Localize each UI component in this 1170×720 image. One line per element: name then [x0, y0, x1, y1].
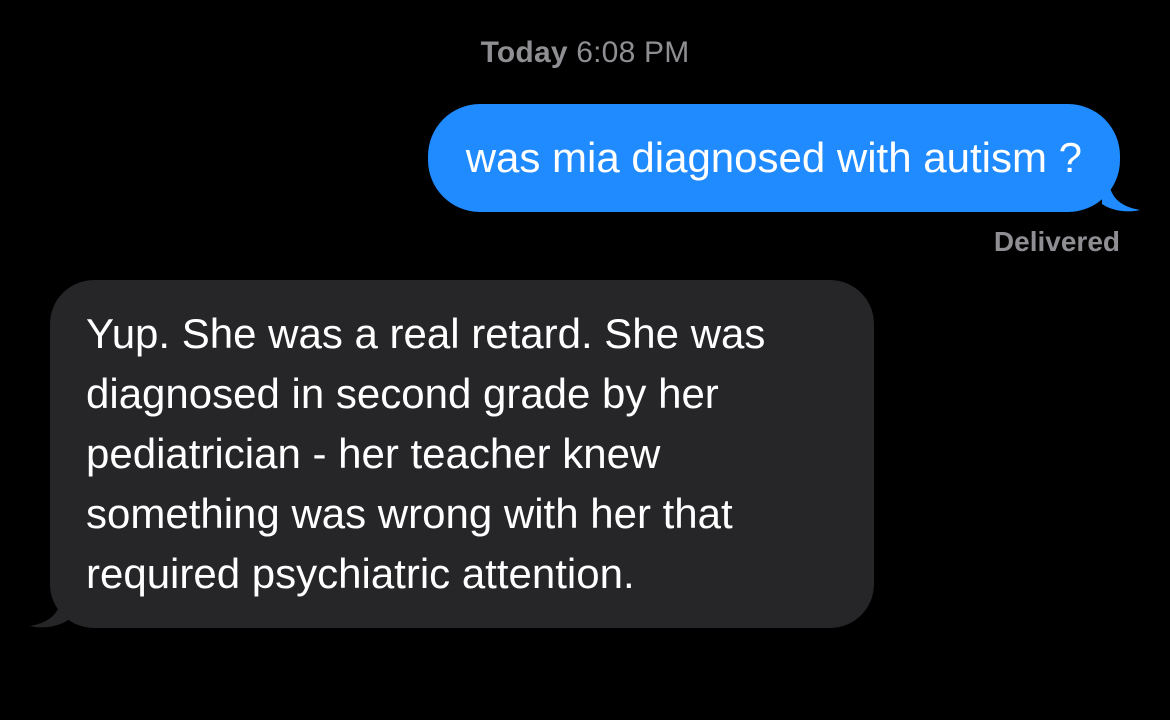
sent-message-text: was mia diagnosed with autism ?: [465, 134, 1082, 181]
timestamp-header: Today 6:08 PM: [0, 36, 1170, 70]
received-message-text: Yup. She was a real retard. She was diag…: [86, 310, 766, 597]
delivery-status: Delivered: [993, 226, 1120, 257]
timestamp-time: 6:08 PM: [576, 36, 690, 69]
received-message-bubble[interactable]: Yup. She was a real retard. She was diag…: [30, 280, 874, 628]
sent-message-bubble[interactable]: was mia diagnosed with autism ?: [427, 104, 1140, 212]
timestamp-day: Today: [480, 36, 568, 69]
sent-bubble-tail-icon: [1102, 178, 1140, 212]
received-bubble-tail-icon: [30, 594, 68, 628]
